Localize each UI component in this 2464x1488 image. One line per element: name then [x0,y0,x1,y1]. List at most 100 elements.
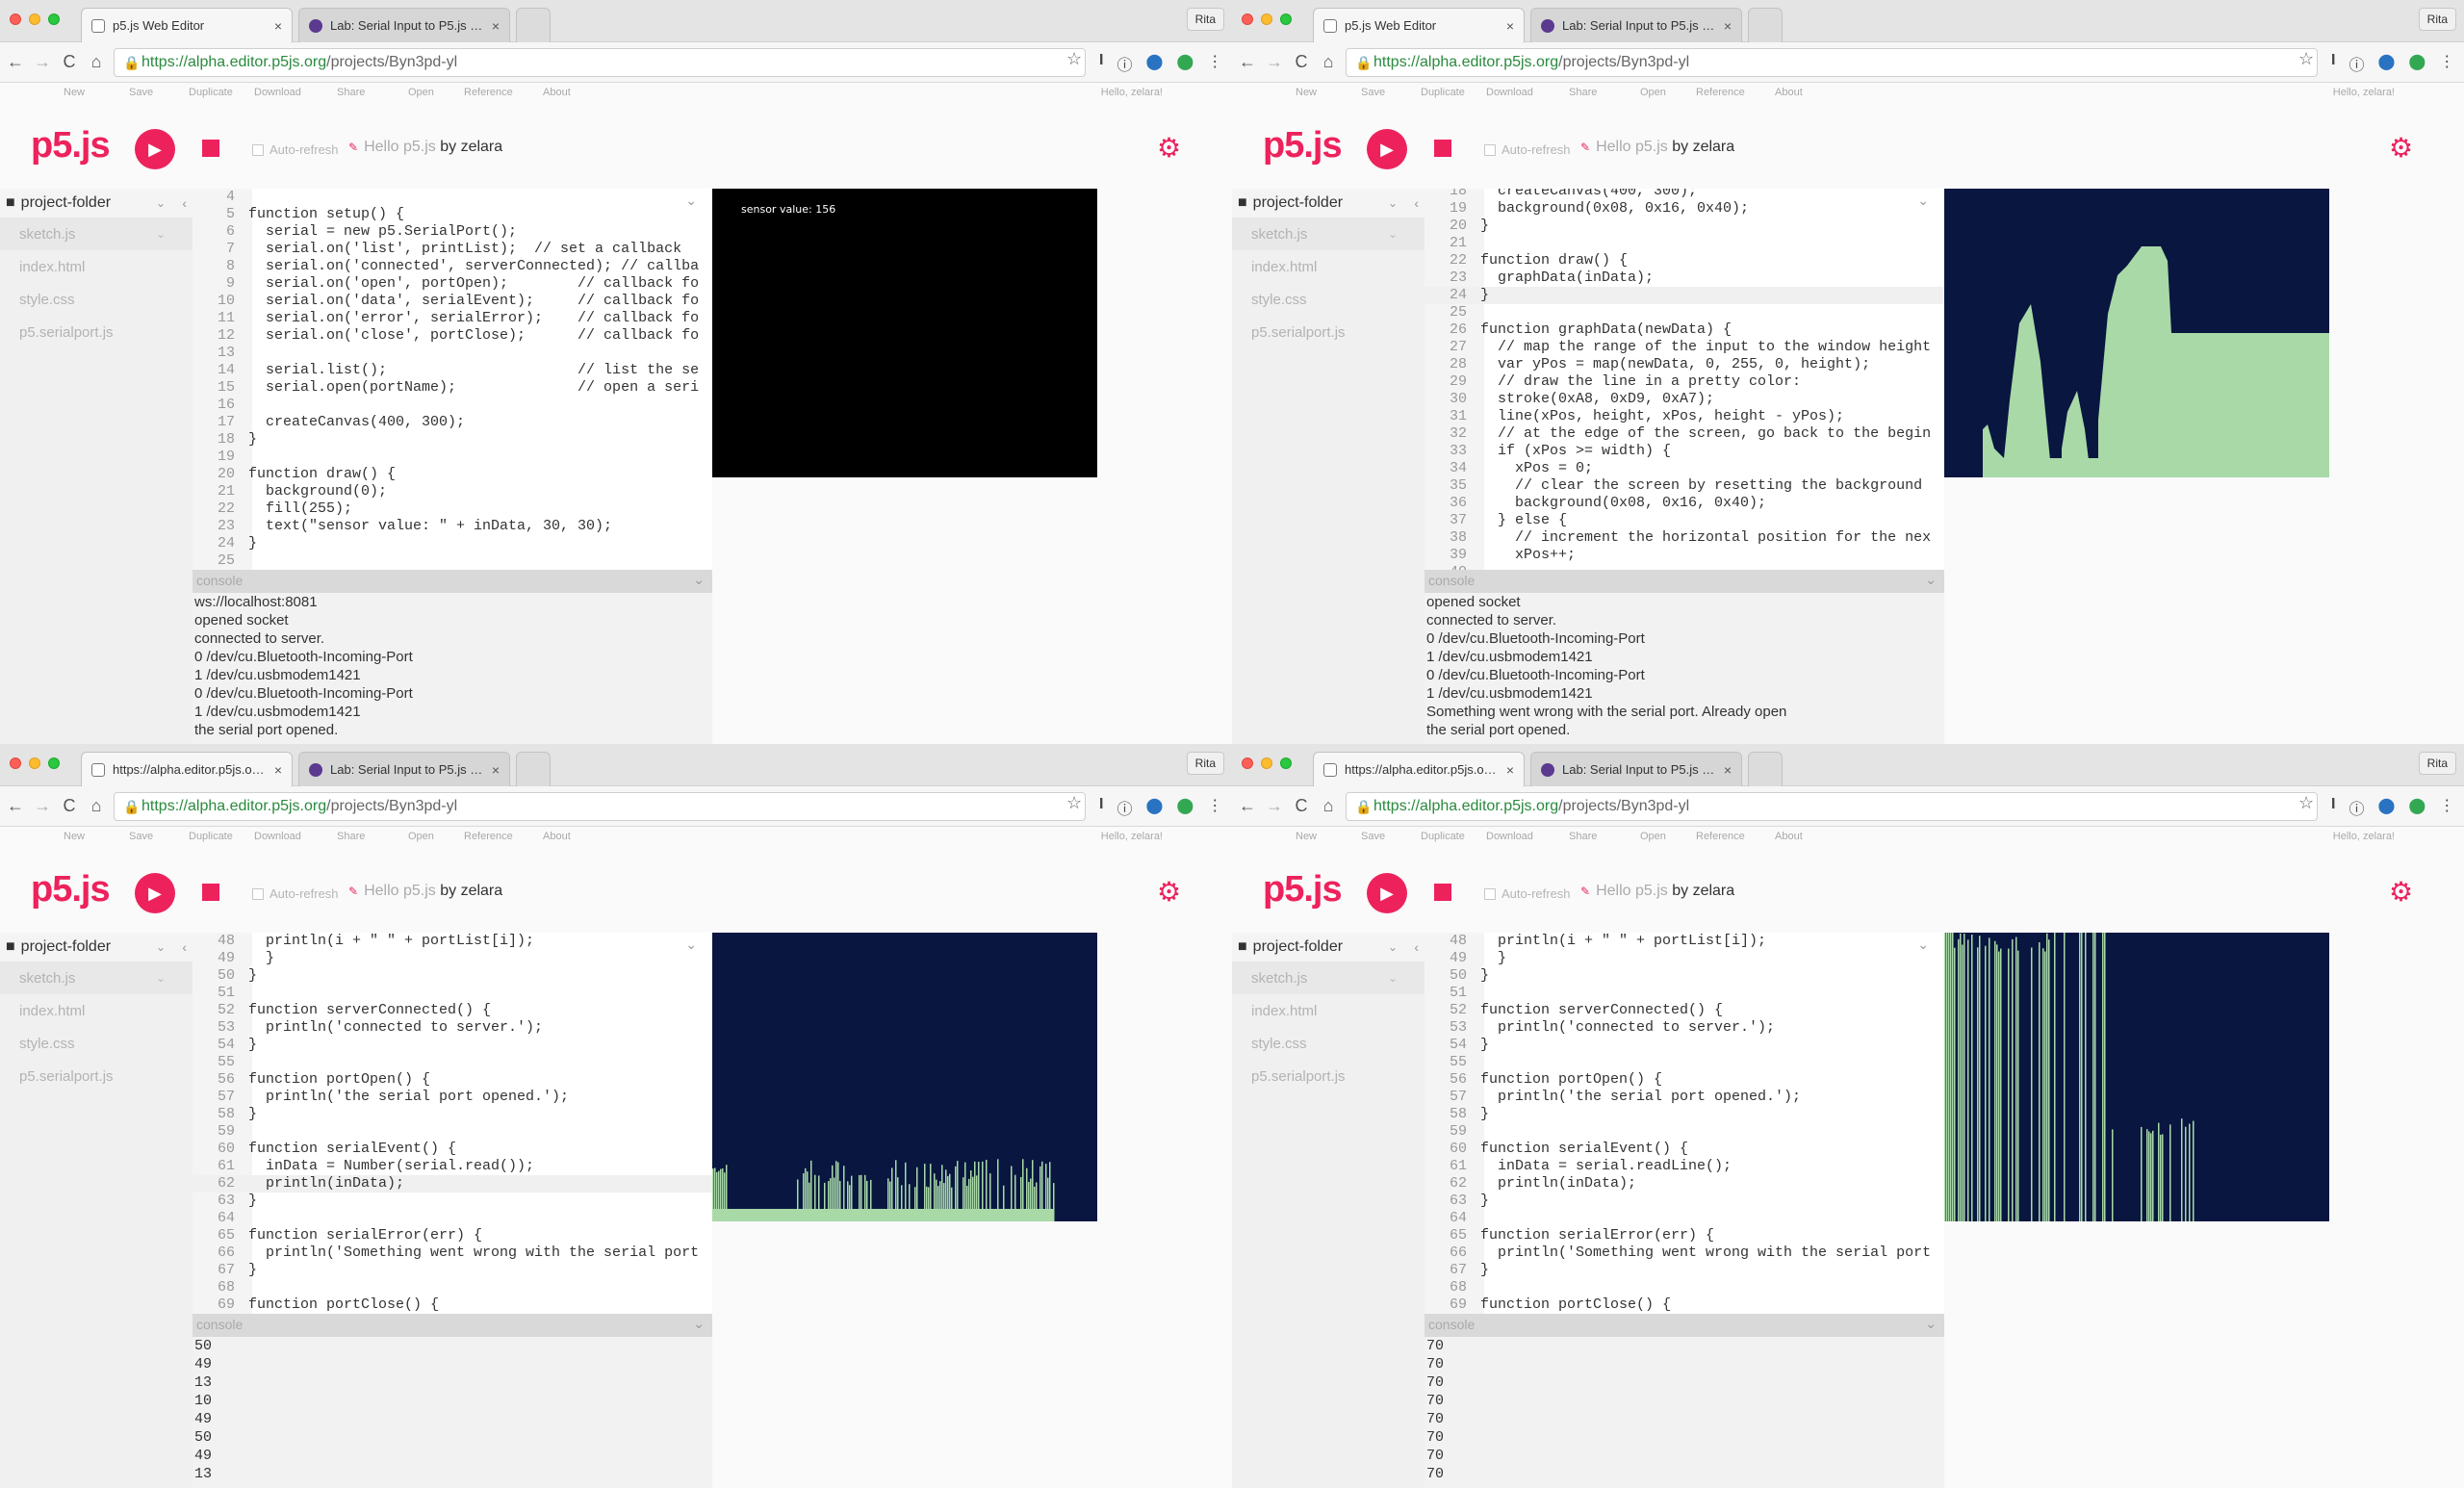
tab-p5-editor[interactable]: p5.js Web Editor × [1313,8,1525,42]
minimize-window-button[interactable] [1261,757,1272,769]
tab-close-icon[interactable]: × [274,762,282,778]
chevron-down-icon[interactable]: ⌄ [156,196,166,210]
file-item[interactable]: index.html [1232,250,1424,283]
console-header[interactable]: console ⌄ [1424,570,1944,593]
forward-button[interactable]: → [33,796,52,815]
close-window-button[interactable] [10,13,21,25]
auto-refresh-checkbox[interactable] [252,143,264,156]
extension-green-icon[interactable]: ⬤ [1176,52,1194,75]
profile-button[interactable]: Rita [1186,8,1224,31]
user-greeting[interactable]: Hello, zelara! [1101,831,1163,842]
menu-item-download[interactable]: Download [254,831,301,842]
url-input[interactable]: 🔒 https://alpha.editor.p5js.org/projects/… [114,792,1086,821]
bookmark-star-icon[interactable]: ☆ [2298,793,2314,813]
back-button[interactable]: ← [6,796,25,815]
play-button[interactable]: ▶ [135,129,175,169]
auto-refresh-toggle[interactable]: Auto-refresh [252,886,339,901]
menu-item-download[interactable]: Download [1486,87,1533,98]
chevron-down-icon[interactable]: ⌄ [693,1316,705,1332]
tab-close-icon[interactable]: × [492,762,500,778]
auto-refresh-toggle[interactable]: Auto-refresh [1484,886,1571,901]
project-name[interactable]: ✎ Hello p5.js by zelara [1580,139,1734,156]
menu-item-duplicate[interactable]: Duplicate [1421,831,1465,842]
play-button[interactable]: ▶ [1367,873,1407,913]
chevron-down-icon[interactable]: ⌄ [156,227,166,241]
browser-menu-icon[interactable]: ⋮ [2439,796,2454,819]
minimize-window-button[interactable] [29,13,40,25]
project-name[interactable]: ✎ Hello p5.js by zelara [1580,883,1734,900]
file-item[interactable]: sketch.js ⌄ [1232,218,1424,250]
menu-item-about[interactable]: About [1775,87,1803,98]
tab-p5-editor[interactable]: https://alpha.editor.p5js.org/pr × [1313,752,1525,786]
browser-menu-icon[interactable]: ⋮ [1207,52,1222,75]
play-button[interactable]: ▶ [135,873,175,913]
code-editor[interactable]: 18 createCanvas(400, 300); 19 background(… [1424,189,1944,570]
menu-item-share[interactable]: Share [337,87,365,98]
file-item[interactable]: style.css [1232,283,1424,316]
project-name[interactable]: ✎ Hello p5.js by zelara [348,139,502,156]
reload-button[interactable]: C [60,796,79,815]
bookmark-star-icon[interactable]: ☆ [2298,49,2314,69]
stop-button[interactable] [1434,140,1451,157]
tab-close-icon[interactable]: × [1506,18,1514,34]
stop-button[interactable] [202,884,219,901]
chevron-down-icon[interactable]: ⌄ [1388,227,1398,241]
chevron-down-icon[interactable]: ⌄ [685,936,697,953]
extension-green-icon[interactable]: ⬤ [2408,796,2426,819]
settings-gear-icon[interactable]: ⚙ [2389,135,2416,162]
home-button[interactable]: ⌂ [87,796,106,815]
close-window-button[interactable] [1242,757,1253,769]
file-item[interactable]: sketch.js ⌄ [0,962,192,994]
extension-blue-icon[interactable]: ⬤ [1145,796,1163,819]
file-item[interactable]: sketch.js ⌄ [0,218,192,250]
home-button[interactable]: ⌂ [1319,52,1338,71]
menu-item-new[interactable]: New [64,87,85,98]
extension-i-icon[interactable]: I [1099,796,1103,819]
auto-refresh-checkbox[interactable] [252,887,264,900]
edit-pencil-icon[interactable]: ✎ [348,141,358,154]
minimize-window-button[interactable] [29,757,40,769]
reload-button[interactable]: C [1292,796,1311,815]
reload-button[interactable]: C [1292,52,1311,71]
browser-menu-icon[interactable]: ⋮ [2439,52,2454,75]
edit-pencil-icon[interactable]: ✎ [1580,141,1590,154]
edit-pencil-icon[interactable]: ✎ [348,885,358,898]
menu-item-share[interactable]: Share [337,831,365,842]
code-editor[interactable]: 48 println(i + " " + portList[i]); 49 } 50… [192,933,712,1314]
project-folder[interactable]: ■ project-folder ⌄ ‹ [1232,933,1424,962]
menu-item-duplicate[interactable]: Duplicate [189,831,233,842]
menu-item-reference[interactable]: Reference [1696,87,1745,98]
menu-item-reference[interactable]: Reference [464,87,513,98]
tab-close-icon[interactable]: × [1724,762,1732,778]
zoom-window-button[interactable] [1280,757,1292,769]
menu-item-new[interactable]: New [64,831,85,842]
forward-button[interactable]: → [1265,796,1284,815]
file-item[interactable]: index.html [0,994,192,1027]
chevron-down-icon[interactable]: ⌄ [1925,572,1937,588]
chevron-down-icon[interactable]: ⌄ [1925,1316,1937,1332]
tab-close-icon[interactable]: × [492,18,500,34]
menu-item-duplicate[interactable]: Duplicate [1421,87,1465,98]
project-title[interactable]: Hello p5.js [1596,883,1668,899]
file-item[interactable]: style.css [0,283,192,316]
url-input[interactable]: 🔒 https://alpha.editor.p5js.org/projects/… [114,48,1086,77]
project-name[interactable]: ✎ Hello p5.js by zelara [348,883,502,900]
new-tab-button[interactable] [1748,752,1783,786]
menu-item-share[interactable]: Share [1569,87,1597,98]
menu-item-save[interactable]: Save [129,87,153,98]
file-item[interactable]: p5.serialport.js [0,316,192,348]
collapse-sidebar-icon[interactable]: ‹ [182,195,187,211]
chevron-down-icon[interactable]: ⌄ [1388,971,1398,985]
chevron-down-icon[interactable]: ⌄ [1388,940,1398,954]
tab-close-icon[interactable]: × [274,18,282,34]
file-item[interactable]: style.css [0,1027,192,1060]
extension-blue-icon[interactable]: ⬤ [1145,52,1163,75]
user-greeting[interactable]: Hello, zelara! [1101,87,1163,98]
edit-pencil-icon[interactable]: ✎ [1580,885,1590,898]
file-item[interactable]: index.html [0,250,192,283]
tab-serial-lab[interactable]: Lab: Serial Input to P5.js – ITP × [298,8,510,42]
auto-refresh-checkbox[interactable] [1484,143,1496,156]
auto-refresh-checkbox[interactable] [1484,887,1496,900]
tab-close-icon[interactable]: × [1506,762,1514,778]
info-icon[interactable]: ⓘ [2348,796,2364,819]
